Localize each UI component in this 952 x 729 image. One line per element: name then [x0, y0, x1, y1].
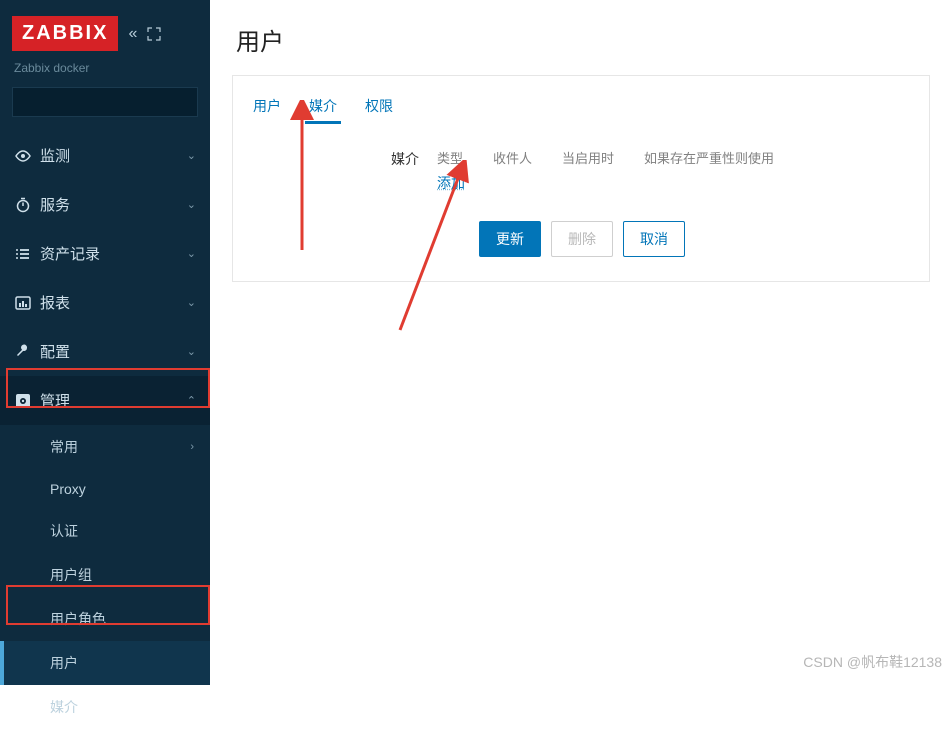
hdr-type: 类型	[437, 148, 463, 167]
chevron-down-icon: ⌄	[187, 198, 196, 211]
sidebar-header: ZABBIX «	[0, 8, 210, 57]
nav-label: 管理	[40, 390, 187, 411]
sub-item-usergroup[interactable]: 用户组	[0, 553, 210, 597]
wrench-icon	[14, 343, 40, 361]
chevron-down-icon: ⌄	[187, 247, 196, 260]
search-box[interactable]	[12, 87, 198, 117]
tab-user[interactable]: 用户	[251, 92, 283, 124]
sub-label: 认证	[50, 521, 78, 541]
sub-label: 媒介	[50, 697, 78, 717]
tabs: 用户 媒介 权限	[251, 92, 911, 124]
sub-item-media[interactable]: 媒介	[0, 685, 210, 729]
nav-item-admin[interactable]: 管理 ⌃	[0, 376, 210, 425]
brand-logo: ZABBIX	[12, 16, 118, 51]
nav-item-reports[interactable]: 报表 ⌄	[0, 278, 210, 327]
sub-item-user[interactable]: 用户	[0, 641, 210, 685]
sub-label: 用户角色	[50, 609, 106, 629]
chevron-up-icon: ⌃	[187, 394, 196, 407]
sub-item-userrole[interactable]: 用户角色	[0, 597, 210, 641]
tab-permissions[interactable]: 权限	[363, 92, 395, 124]
chevron-right-icon: ›	[190, 441, 194, 453]
sub-item-general[interactable]: 常用 ›	[0, 425, 210, 469]
sub-label: 用户组	[50, 565, 92, 585]
page-title: 用户	[210, 0, 952, 75]
fullscreen-icon[interactable]	[147, 27, 161, 41]
sub-label: 用户	[50, 653, 78, 673]
chevron-down-icon: ⌄	[187, 296, 196, 309]
content-panel: 用户 媒介 权限 媒介 类型 收件人 当启用时 如果存在严重性则使用 添加 更新	[232, 75, 930, 282]
nav-item-services[interactable]: 服务 ⌄	[0, 180, 210, 229]
search-input[interactable]	[13, 88, 206, 116]
media-label: 媒介	[391, 148, 419, 169]
hdr-when-active: 当启用时	[562, 148, 614, 167]
sub-label: Proxy	[50, 481, 86, 497]
media-table: 类型 收件人 当启用时 如果存在严重性则使用 添加	[437, 148, 774, 193]
nav-item-config[interactable]: 配置 ⌄	[0, 327, 210, 376]
nav-label: 报表	[40, 292, 187, 313]
eye-icon	[14, 147, 40, 165]
add-link[interactable]: 添加	[437, 171, 465, 193]
media-row: 媒介 类型 收件人 当启用时 如果存在严重性则使用 添加	[391, 148, 911, 193]
hdr-recipient: 收件人	[493, 148, 532, 167]
chevron-down-icon: ⌄	[187, 149, 196, 162]
nav-item-inventory[interactable]: 资产记录 ⌄	[0, 229, 210, 278]
button-row: 更新 删除 取消	[479, 221, 911, 257]
update-button[interactable]: 更新	[479, 221, 541, 257]
media-headers: 类型 收件人 当启用时 如果存在严重性则使用	[437, 148, 774, 171]
watermark: CSDN @帆布鞋12138	[803, 652, 942, 672]
nav-item-monitor[interactable]: 监测 ⌄	[0, 131, 210, 180]
sidebar: ZABBIX « Zabbix docker 监测 ⌄ 服务 ⌄ 资产记录 ⌄	[0, 0, 210, 678]
nav-label: 资产记录	[40, 243, 187, 264]
stopwatch-icon	[14, 196, 40, 214]
cancel-button[interactable]: 取消	[623, 221, 685, 257]
nav-label: 服务	[40, 194, 187, 215]
sub-item-proxy[interactable]: Proxy	[0, 469, 210, 509]
tab-media[interactable]: 媒介	[307, 92, 339, 124]
sub-item-auth[interactable]: 认证	[0, 509, 210, 553]
main-content: 用户 用户 媒介 权限 媒介 类型 收件人 当启用时 如果存在严重性则使用 添加	[210, 0, 952, 678]
brand-subtitle: Zabbix docker	[0, 57, 210, 87]
hdr-severity: 如果存在严重性则使用	[644, 148, 774, 167]
list-icon	[14, 245, 40, 263]
gear-icon	[14, 392, 40, 410]
sub-label: 常用	[50, 437, 78, 457]
nav-label: 监测	[40, 145, 187, 166]
delete-button: 删除	[551, 221, 613, 257]
chevron-down-icon: ⌄	[187, 345, 196, 358]
collapse-icon[interactable]: «	[128, 25, 137, 43]
nav-label: 配置	[40, 341, 187, 362]
chart-icon	[14, 294, 40, 312]
